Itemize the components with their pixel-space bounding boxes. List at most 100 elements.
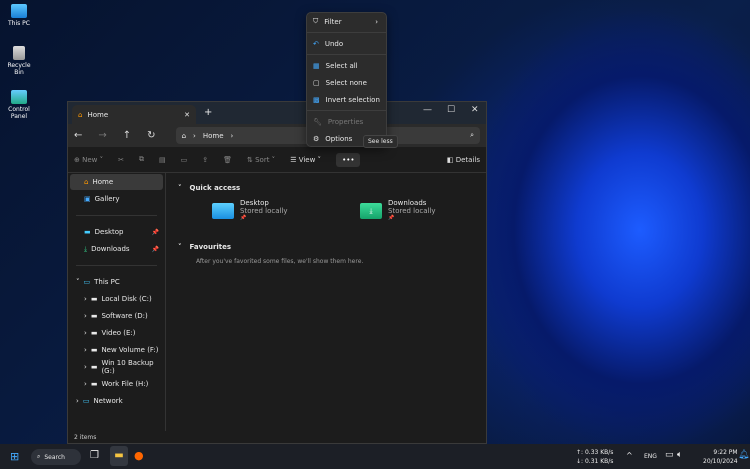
label: Control Panel <box>8 106 30 120</box>
details-button[interactable]: ◧ Details <box>447 156 480 164</box>
chevron-right-icon[interactable]: › <box>84 380 87 388</box>
search-icon[interactable]: ⌕ <box>470 131 474 140</box>
sidebar-item-drive[interactable]: › ▬ New Volume (F:) <box>70 342 163 358</box>
desktop-icon-this-pc[interactable]: This PC <box>2 4 36 27</box>
firefox-icon[interactable]: ● <box>134 449 144 462</box>
gear-icon: ⚙ <box>313 134 320 143</box>
task-view-icon[interactable]: ❐ <box>90 450 99 461</box>
sidebar-item-drive[interactable]: › ▬ Local Disk (C:) <box>70 291 163 307</box>
menu-item-select-all[interactable]: ▦ Select all <box>307 57 386 74</box>
label: Select none <box>325 78 367 87</box>
breadcrumb-home[interactable]: Home <box>203 132 224 140</box>
sidebar-item-home[interactable]: ⌂ Home <box>70 174 163 190</box>
new-tab-button[interactable]: + <box>204 107 212 118</box>
item-name: Desktop <box>240 199 269 207</box>
up-button[interactable]: ↑ <box>123 130 131 141</box>
chevron-right-icon: › <box>230 131 234 140</box>
label: Recycle Bin <box>7 62 31 76</box>
menu-item-undo[interactable]: ↶ Undo <box>307 35 386 52</box>
chevron-right-icon[interactable]: › <box>76 397 79 405</box>
command-bar: ⊕ New ˅ ✂ ⧉ ▤ ▭ ⇪ 🗑 ⇅ Sort ˅ ☰ View ˅ ••… <box>68 147 486 173</box>
wrench-icon: 🔧︎ <box>313 117 322 126</box>
sidebar-item-drive[interactable]: › ▬ Video (E:) <box>70 325 163 341</box>
sidebar-item-desktop[interactable]: ▬ Desktop 📌 <box>70 224 163 240</box>
label: This PC <box>94 278 120 286</box>
home-icon: ⌂ <box>84 178 89 186</box>
refresh-button[interactable]: ↻ <box>147 130 155 141</box>
search-icon: ⌕ <box>37 453 41 460</box>
pin-icon: 📌 <box>151 228 159 236</box>
see-more-button[interactable]: ••• <box>336 152 361 167</box>
clock[interactable]: 9:22 PM 20/10/2024 <box>703 448 738 466</box>
maximize-button[interactable]: ☐ <box>447 105 455 115</box>
divider <box>307 54 386 55</box>
language-indicator[interactable]: ENG <box>644 453 657 460</box>
file-explorer-taskbar-icon[interactable]: ▬ <box>110 446 128 466</box>
start-button[interactable]: ⊞ <box>10 450 19 463</box>
chevron-right-icon: › <box>193 131 196 140</box>
menu-item-select-none[interactable]: ▢ Select none <box>307 74 386 91</box>
sidebar-item-drive[interactable]: › ▬ Win 10 Backup (G:) <box>70 359 163 375</box>
download-speed: 0.31 KB/s <box>584 458 614 465</box>
volume-icon[interactable]: 🔈︎ <box>677 450 682 460</box>
network-speed: ↑: 0.33 KB/s ↓: 0.31 KB/s <box>576 449 614 465</box>
sort-button[interactable]: ⇅ Sort ˅ <box>247 156 275 164</box>
divider <box>76 215 157 216</box>
sidebar-item-downloads[interactable]: ⤓ Downloads 📌 <box>70 241 163 257</box>
date: 20/10/2024 <box>703 458 738 465</box>
sidebar-item-drive[interactable]: › ▬ Work File (H:) <box>70 376 163 392</box>
chevron-right-icon[interactable]: › <box>84 363 87 371</box>
chevron-right-icon[interactable]: › <box>84 346 87 354</box>
rename-icon[interactable]: ▭ <box>181 156 188 164</box>
sidebar-item-gallery[interactable]: ▣ Gallery <box>70 191 163 207</box>
new-button[interactable]: ⊕ New ˅ <box>74 156 103 164</box>
details-label: Details <box>455 155 480 164</box>
close-window-button[interactable]: ✕ <box>471 105 479 115</box>
notification-bell-icon[interactable]: 🔔︎ <box>738 450 749 460</box>
tab-home[interactable]: ⌂ Home ✕ <box>72 105 196 124</box>
sidebar-item-network[interactable]: › ▭ Network <box>70 393 163 409</box>
pin-icon: 📌 <box>388 215 395 221</box>
label: Network <box>93 397 123 405</box>
cut-icon[interactable]: ✂ <box>118 156 124 164</box>
quick-access-header[interactable]: ˅ Quick access <box>178 181 476 195</box>
desktop-icon-recycle-bin[interactable]: Recycle Bin <box>2 46 36 76</box>
quick-access-item-desktop[interactable]: Desktop Stored locally 📌 <box>212 199 288 221</box>
chevron-down-icon[interactable]: ˅ <box>76 278 80 286</box>
menu-item-invert-selection[interactable]: ▩ Invert selection <box>307 91 386 108</box>
sidebar-item-drive[interactable]: › ▬ Software (D:) <box>70 308 163 324</box>
sidebar-item-this-pc[interactable]: ˅ ▭ This PC <box>70 274 163 290</box>
menu-item-properties[interactable]: 🔧︎ Properties <box>307 113 386 130</box>
view-button[interactable]: ☰ View ˅ <box>290 156 321 164</box>
minimize-button[interactable]: — <box>423 105 432 115</box>
forward-button[interactable]: → <box>98 130 106 141</box>
network-icon[interactable]: ▭ <box>665 450 674 460</box>
paste-icon[interactable]: ▤ <box>159 156 166 164</box>
share-icon[interactable]: ⇪ <box>202 156 208 164</box>
chevron-right-icon[interactable]: › <box>84 295 87 303</box>
drive-icon: ▬ <box>90 329 98 337</box>
quick-access-item-downloads[interactable]: ⤓ Downloads Stored locally 📌 <box>360 199 436 221</box>
label: Home <box>92 178 114 186</box>
chevron-up-icon[interactable]: ^ <box>626 451 633 460</box>
copy-icon[interactable]: ⧉ <box>139 155 144 164</box>
delete-icon[interactable]: 🗑 <box>223 156 232 164</box>
home-icon: ⌂ <box>78 110 83 119</box>
control-panel-icon <box>11 90 27 104</box>
favourites-header[interactable]: ˅ Favourites <box>178 240 476 254</box>
desktop-icon-control-panel[interactable]: Control Panel <box>2 90 36 120</box>
back-button[interactable]: ← <box>74 130 82 141</box>
pc-icon: ▭ <box>83 278 91 286</box>
downloads-folder-icon: ⤓ <box>360 203 382 219</box>
tab-label: Home <box>87 110 109 119</box>
invert-selection-icon: ▩ <box>313 95 320 104</box>
close-tab-icon[interactable]: ✕ <box>184 111 190 119</box>
item-sub: Stored locally <box>240 207 288 215</box>
download-icon: ⤓ <box>84 244 88 253</box>
taskbar-search[interactable]: ⌕ Search <box>31 449 81 465</box>
chevron-right-icon[interactable]: › <box>84 329 87 337</box>
chevron-right-icon[interactable]: › <box>84 312 87 320</box>
menu-item-filter[interactable]: ⛉ Filter › <box>307 13 386 30</box>
drive-icon: ▬ <box>90 363 98 371</box>
label: Win 10 Backup (G:) <box>101 359 154 375</box>
